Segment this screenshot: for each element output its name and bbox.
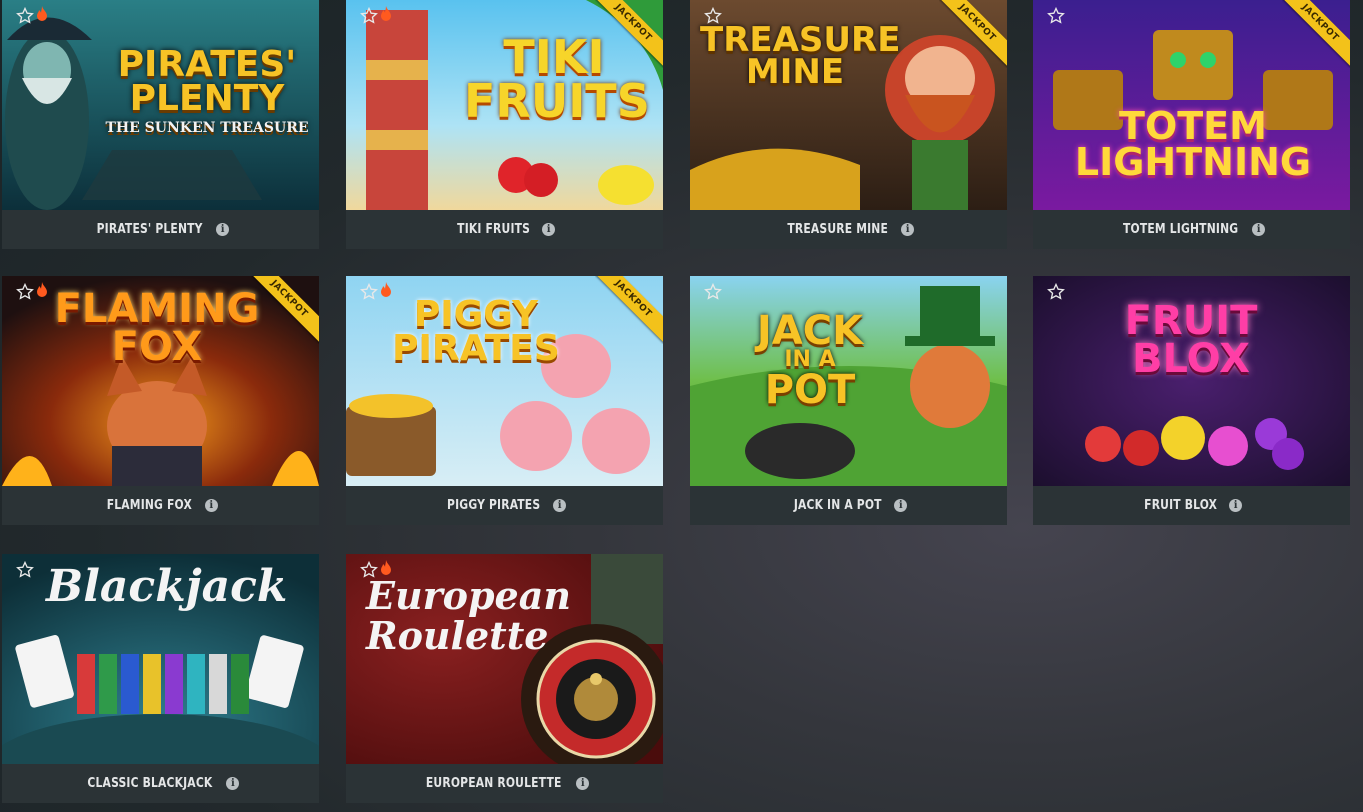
info-icon[interactable]: i xyxy=(553,499,567,512)
game-caption: TIKI FRUITS i xyxy=(346,210,663,249)
jackpot-label: JACKPOT xyxy=(268,278,310,320)
game-card-totem-lightning[interactable]: TOTEM LIGHTNING JACKPOT TOTEM LIGHTNING … xyxy=(1033,0,1350,249)
flame-icon xyxy=(381,560,391,575)
jackpot-badge: JACKPOT xyxy=(595,0,663,68)
game-logo-line-1: FRUIT xyxy=(1124,298,1258,344)
game-thumbnail[interactable]: JACK IN A POT xyxy=(690,276,1007,486)
game-title[interactable]: PIRATES' PLENTY xyxy=(96,222,202,237)
star-outline-icon[interactable] xyxy=(16,283,34,301)
game-card-european-roulette[interactable]: European Roulette EUROPEAN ROULETTE i xyxy=(346,554,663,803)
game-caption: PIGGY PIRATES i xyxy=(346,486,663,525)
game-thumbnail[interactable]: FLAMING FOX JACKPOT xyxy=(2,276,319,486)
jackpot-label: JACKPOT xyxy=(612,2,654,44)
game-card-piggy-pirates[interactable]: PIGGY PIRATES JACKPOT PIGGY PIRATES i xyxy=(346,276,663,525)
game-logo-line-2: PLENTY xyxy=(129,78,285,120)
game-title[interactable]: JACK IN A POT xyxy=(794,498,882,513)
info-icon[interactable]: i xyxy=(226,777,240,790)
game-title[interactable]: TIKI FRUITS xyxy=(457,222,530,237)
flame-icon xyxy=(37,282,47,297)
star-outline-icon[interactable] xyxy=(704,283,722,301)
game-logo-line-2: PIRATES xyxy=(392,328,560,370)
game-logo-line-1: TOTEM xyxy=(1119,104,1267,148)
game-logo-line-1: PIGGY xyxy=(413,294,539,335)
info-icon[interactable]: i xyxy=(542,223,556,236)
game-logo-line-2: LIGHTNING xyxy=(1074,140,1312,185)
game-caption: JACK IN A POT i xyxy=(690,486,1007,525)
info-icon[interactable]: i xyxy=(1252,223,1266,236)
game-card-treasure-mine[interactable]: TREASURE MINE JACKPOT TREASURE MINE i xyxy=(690,0,1007,249)
game-thumbnail[interactable]: PIGGY PIRATES JACKPOT xyxy=(346,276,663,486)
star-outline-icon[interactable] xyxy=(1047,283,1065,301)
game-logo-line-1: JACK xyxy=(756,308,864,354)
info-icon[interactable]: i xyxy=(1229,499,1243,512)
game-caption: PIRATES' PLENTY i xyxy=(2,210,319,249)
game-caption: FRUIT BLOX i xyxy=(1033,486,1350,525)
game-thumbnail[interactable]: European Roulette xyxy=(346,554,663,764)
game-logo-line-3: POT xyxy=(764,366,856,413)
jackpot-label: JACKPOT xyxy=(956,2,998,44)
game-card-fruit-blox[interactable]: FRUIT BLOX FRUIT BLOX i xyxy=(1033,276,1350,525)
game-caption: TREASURE MINE i xyxy=(690,210,1007,249)
game-logo-line-2: BLOX xyxy=(1132,336,1250,382)
game-title[interactable]: CLASSIC BLACKJACK xyxy=(87,776,212,791)
game-card-pirates-plenty[interactable]: PIRATES' PLENTY THE SUNKEN TREASURE PIRA… xyxy=(2,0,319,249)
star-outline-icon[interactable] xyxy=(360,561,378,579)
game-title[interactable]: FRUIT BLOX xyxy=(1144,498,1217,513)
game-thumbnail[interactable]: PIRATES' PLENTY THE SUNKEN TREASURE xyxy=(2,0,319,210)
game-caption: FLAMING FOX i xyxy=(2,486,319,525)
game-logo-line-1: Blackjack xyxy=(46,561,288,612)
game-title[interactable]: FLAMING FOX xyxy=(107,498,192,513)
game-title[interactable]: EUROPEAN ROULETTE xyxy=(426,776,562,791)
game-thumbnail[interactable]: TIKI FRUITS JACKPOT xyxy=(346,0,663,210)
game-thumbnail[interactable]: TREASURE MINE JACKPOT xyxy=(690,0,1007,210)
flame-icon xyxy=(381,6,391,21)
flame-icon xyxy=(381,282,391,297)
game-thumbnail[interactable]: FRUIT BLOX xyxy=(1033,276,1350,486)
game-thumbnail[interactable]: TOTEM LIGHTNING JACKPOT xyxy=(1033,0,1350,210)
game-card-flaming-fox[interactable]: FLAMING FOX JACKPOT FLAMING FOX i xyxy=(2,276,319,525)
jackpot-badge: JACKPOT xyxy=(939,0,1007,68)
game-thumbnail[interactable]: Blackjack xyxy=(2,554,319,764)
star-outline-icon[interactable] xyxy=(360,7,378,25)
game-logo-line-2: FOX xyxy=(111,324,203,370)
game-logo-line-1: European xyxy=(366,573,571,618)
info-icon[interactable]: i xyxy=(204,499,218,512)
info-icon[interactable]: i xyxy=(894,499,908,512)
game-caption: TOTEM LIGHTNING i xyxy=(1033,210,1350,249)
star-outline-icon[interactable] xyxy=(1047,7,1065,25)
game-caption: EUROPEAN ROULETTE i xyxy=(346,764,663,803)
jackpot-label: JACKPOT xyxy=(1299,2,1341,44)
game-logo-line-1: FLAMING xyxy=(54,286,260,332)
game-title[interactable]: TOTEM LIGHTNING xyxy=(1123,222,1238,237)
game-logo-line-2: Roulette xyxy=(366,612,549,658)
jackpot-badge: JACKPOT xyxy=(1282,0,1350,68)
info-icon[interactable]: i xyxy=(216,223,230,236)
jackpot-label: JACKPOT xyxy=(612,278,654,320)
games-grid: PIRATES' PLENTY THE SUNKEN TREASURE PIRA… xyxy=(2,0,1363,812)
game-logo-subtitle: THE SUNKEN TREASURE xyxy=(105,120,309,137)
game-title[interactable]: TREASURE MINE xyxy=(787,222,888,237)
game-logo-line-2: MINE xyxy=(745,52,845,93)
star-outline-icon[interactable] xyxy=(16,7,34,25)
game-card-tiki-fruits[interactable]: TIKI FRUITS JACKPOT TIKI FRUITS i xyxy=(346,0,663,249)
game-title[interactable]: PIGGY PIRATES xyxy=(447,498,540,513)
star-outline-icon[interactable] xyxy=(360,283,378,301)
star-outline-icon[interactable] xyxy=(704,7,722,25)
info-icon[interactable]: i xyxy=(901,223,915,236)
flame-icon xyxy=(37,6,47,21)
info-icon[interactable]: i xyxy=(576,777,590,790)
game-card-jack-in-a-pot[interactable]: JACK IN A POT JACK IN A POT i xyxy=(690,276,1007,525)
game-logo-line-2: FRUITS xyxy=(464,73,650,128)
star-outline-icon[interactable] xyxy=(16,561,34,579)
game-caption: CLASSIC BLACKJACK i xyxy=(2,764,319,803)
jackpot-badge: JACKPOT xyxy=(251,276,319,344)
game-card-classic-blackjack[interactable]: Blackjack CLASSIC BLACKJACK i xyxy=(2,554,319,803)
jackpot-badge: JACKPOT xyxy=(595,276,663,344)
